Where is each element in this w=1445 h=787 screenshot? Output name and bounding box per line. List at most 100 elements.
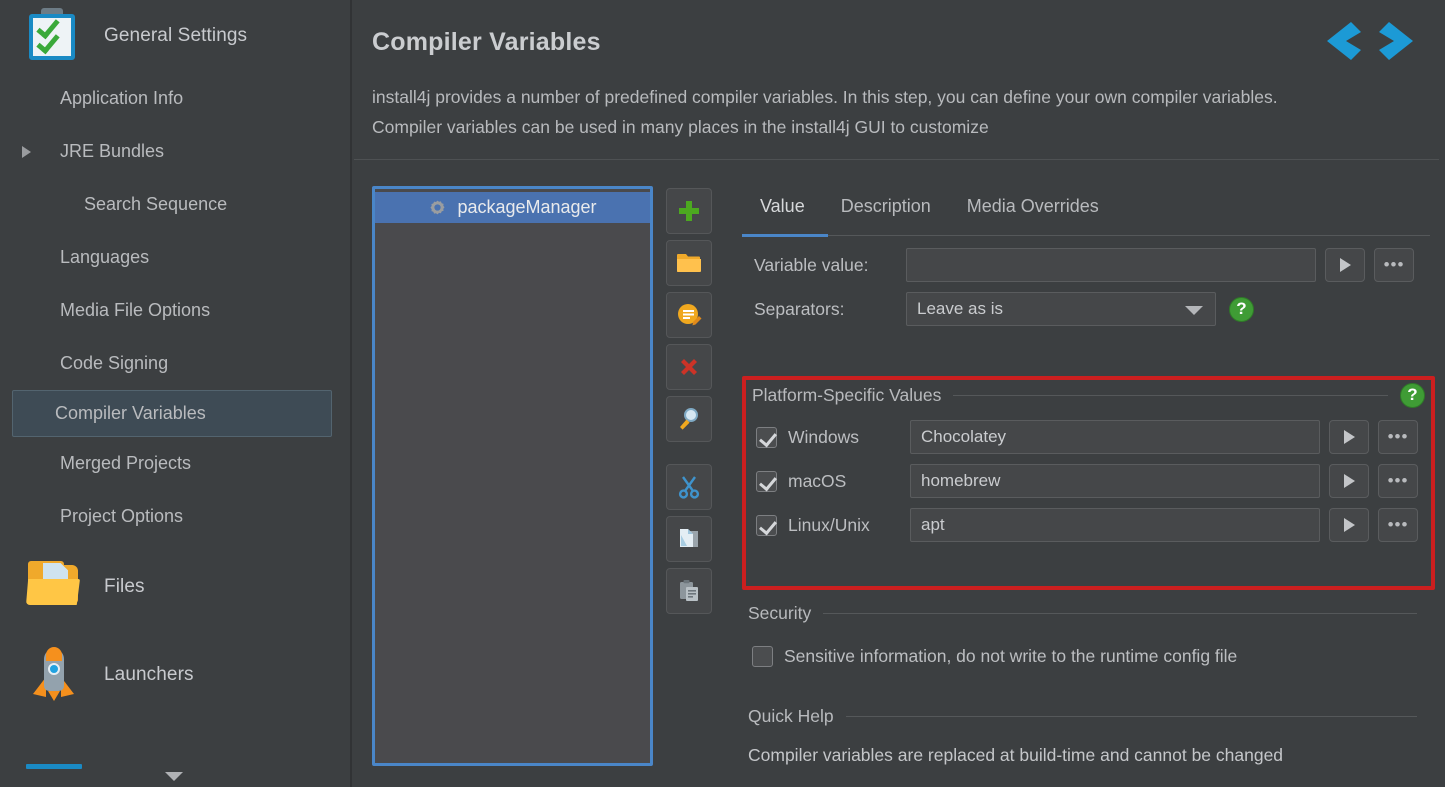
macos-expand-button[interactable] (1329, 464, 1369, 498)
variable-value-label: Variable value: (754, 254, 869, 275)
page-header: Compiler Variables install4j provides a … (354, 0, 1445, 160)
edit-comment-button[interactable] (666, 292, 712, 338)
sidebar-item-launchers[interactable]: Launchers (0, 631, 350, 719)
gear-icon (428, 198, 447, 217)
sidebar-item-code-signing[interactable]: Code Signing (0, 337, 350, 390)
macos-checkbox[interactable] (756, 470, 777, 492)
linux-unix-value-input[interactable]: apt (910, 508, 1320, 542)
plus-icon (679, 201, 699, 221)
tab-description[interactable]: Description (823, 186, 949, 231)
security-section-header: Security (742, 598, 1435, 628)
chevron-right-icon[interactable] (1377, 16, 1423, 66)
comment-edit-icon (678, 304, 702, 326)
sidebar-group-general-settings[interactable]: General Settings (0, 0, 350, 72)
macos-value-input[interactable]: homebrew (910, 464, 1320, 498)
tab-value[interactable]: Value (742, 186, 823, 231)
linux-unix-checkbox[interactable] (756, 514, 777, 536)
sidebar-item-label: JRE Bundles (60, 141, 165, 161)
windows-value-input[interactable]: Chocolatey (910, 420, 1320, 454)
section-divider (845, 715, 1417, 717)
chevron-down-icon[interactable] (165, 772, 183, 781)
sidebar-item-label: Languages (60, 247, 150, 267)
cut-button[interactable] (666, 464, 712, 510)
macos-browse-button[interactable]: ••• (1378, 464, 1418, 498)
platform-section-header: Platform-Specific Values ? (746, 380, 1431, 410)
section-divider (823, 612, 1417, 614)
sidebar-item-merged-projects[interactable]: Merged Projects (0, 437, 350, 490)
sidebar-item-media-file-options[interactable]: Media File Options (0, 284, 350, 337)
copy-pages-icon (680, 529, 698, 547)
linux-unix-label: Linux/Unix (788, 514, 870, 535)
platform-help-icon[interactable]: ? (1400, 382, 1425, 408)
copy-button[interactable] (666, 516, 712, 562)
chevron-left-icon[interactable] (1317, 16, 1363, 66)
clipboard-paste-icon (680, 580, 698, 601)
sidebar-item-files[interactable]: Files (0, 543, 350, 631)
separators-label: Separators: (754, 298, 845, 319)
windows-checkbox[interactable] (756, 426, 777, 448)
sidebar-item-label: Search Sequence (84, 194, 228, 214)
install4j-window: General Settings Application Info JRE Bu… (0, 0, 1445, 787)
quick-help-title: Quick Help (748, 705, 834, 726)
platform-section-title: Platform-Specific Values (752, 384, 942, 405)
delete-button[interactable] (666, 344, 712, 390)
macos-label: macOS (788, 470, 847, 491)
play-triangle-icon (1343, 430, 1355, 444)
compiler-variables-list[interactable]: packageManager (372, 186, 653, 766)
sidebar-item-jre-bundles[interactable]: JRE Bundles (0, 125, 350, 178)
tab-active-underline (742, 234, 828, 237)
sidebar-item-compiler-variables[interactable]: Compiler Variables (12, 390, 332, 437)
search-button[interactable] (666, 396, 712, 442)
linux-unix-browse-button[interactable]: ••• (1378, 508, 1418, 542)
separators-select[interactable]: Leave as is (906, 292, 1216, 326)
paste-button[interactable] (666, 568, 712, 614)
list-item[interactable]: packageManager (375, 192, 650, 223)
folder-icon (677, 254, 701, 272)
variable-value-expand-button[interactable] (1325, 248, 1365, 282)
sidebar-group-label: General Settings (104, 25, 248, 46)
sidebar-item-search-sequence[interactable]: Search Sequence (0, 178, 350, 231)
magnifier-icon (680, 408, 698, 430)
platform-row-macos: macOS homebrew ••• (746, 464, 1431, 498)
sidebar-item-label: Code Signing (60, 353, 169, 373)
clipboard-checks-icon (26, 8, 82, 64)
sidebar-item-label: Compiler Variables (55, 403, 206, 423)
linux-unix-expand-button[interactable] (1329, 508, 1369, 542)
security-section-title: Security (748, 602, 812, 623)
add-button[interactable] (666, 188, 712, 234)
sensitive-information-checkbox[interactable] (752, 646, 773, 667)
detail-pane: Value Description Media Overrides Variab… (736, 186, 1445, 787)
sidebar-item-label: Files (104, 576, 145, 597)
platform-row-windows: Windows Chocolatey ••• (746, 420, 1431, 454)
scissors-icon (678, 476, 700, 499)
folder-files-icon (26, 559, 82, 615)
sidebar-item-label: Merged Projects (60, 453, 192, 473)
variable-value-input[interactable] (906, 248, 1316, 282)
quick-help-header: Quick Help (742, 701, 1435, 731)
play-triangle-icon (1343, 518, 1355, 532)
platform-specific-values-highlight: Platform-Specific Values ? Windows Choco… (742, 376, 1435, 590)
sidebar-item-languages[interactable]: Languages (0, 231, 350, 284)
section-divider (953, 394, 1388, 396)
play-triangle-icon (1339, 258, 1351, 272)
sidebar-item-application-info[interactable]: Application Info (0, 72, 350, 125)
variable-value-browse-button[interactable]: ••• (1374, 248, 1414, 282)
play-triangle-icon (1343, 474, 1355, 488)
expand-caret-icon[interactable] (22, 145, 31, 158)
windows-expand-button[interactable] (1329, 420, 1369, 454)
sidebar: General Settings Application Info JRE Bu… (0, 0, 352, 787)
windows-browse-button[interactable]: ••• (1378, 420, 1418, 454)
sensitive-information-row: Sensitive information, do not write to t… (742, 646, 1435, 667)
sidebar-item-label: Application Info (60, 88, 184, 108)
windows-label: Windows (788, 426, 859, 447)
sidebar-item-project-options[interactable]: Project Options (0, 490, 350, 543)
separators-help-icon[interactable]: ? (1229, 296, 1254, 322)
rocket-icon (26, 647, 82, 703)
window-scrollbar[interactable] (1439, 0, 1445, 787)
open-folder-button[interactable] (666, 240, 712, 286)
tab-baseline (742, 235, 1430, 236)
tab-media-overrides[interactable]: Media Overrides (949, 186, 1117, 231)
platform-row-linux-unix: Linux/Unix apt ••• (746, 508, 1431, 542)
detail-tabs: Value Description Media Overrides (736, 186, 1445, 238)
ellipsis-icon: ••• (1387, 471, 1409, 490)
